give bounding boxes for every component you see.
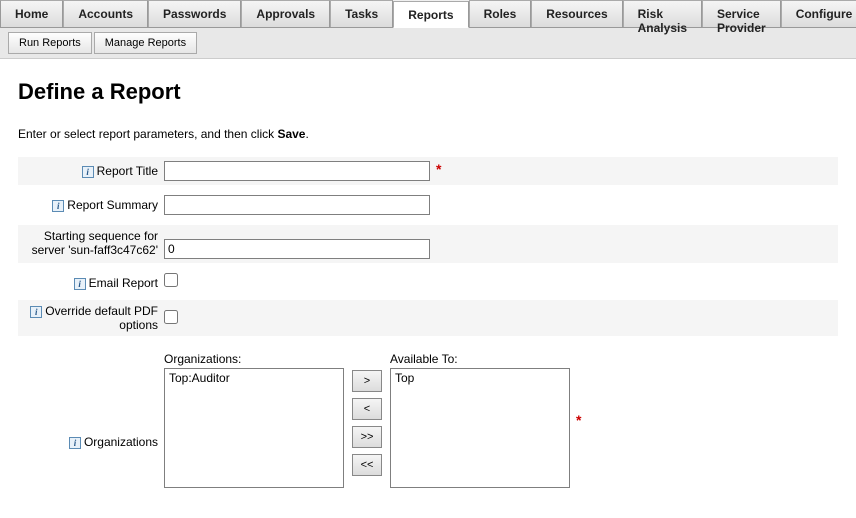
row-organizations: iOrganizations Organizations: Top:Audito… (18, 342, 838, 492)
label-text-report-title: Report Title (97, 164, 158, 178)
cell-organizations: Organizations: Top:Auditor > < >> << Ava… (164, 346, 838, 488)
org-left-listbox[interactable]: Top:Auditor (164, 368, 344, 488)
override-pdf-checkbox[interactable] (164, 310, 178, 324)
label-override-pdf: iOverride default PDF options (18, 304, 164, 332)
org-right-listbox[interactable]: Top (390, 368, 570, 488)
tab-approvals[interactable]: Approvals (241, 0, 330, 27)
subtab-run-reports[interactable]: Run Reports (8, 32, 92, 54)
list-item[interactable]: Top:Auditor (165, 369, 343, 387)
label-organizations: iOrganizations (18, 385, 164, 449)
label-report-summary: iReport Summary (18, 195, 164, 212)
org-left-col: Organizations: Top:Auditor (164, 352, 344, 488)
info-icon[interactable]: i (52, 200, 64, 212)
info-icon[interactable]: i (74, 278, 86, 290)
org-right-header: Available To: (390, 352, 570, 366)
org-move-buttons: > < >> << (352, 370, 382, 476)
move-all-right-button[interactable]: >> (352, 426, 382, 448)
report-title-input[interactable] (164, 161, 430, 181)
tab-home[interactable]: Home (0, 0, 63, 27)
instr-suffix: . (305, 127, 308, 141)
tab-reports[interactable]: Reports (393, 1, 468, 28)
label-text-override-pdf: Override default PDF options (45, 304, 158, 332)
label-text-start-seq: Starting sequence for server 'sun-faff3c… (32, 229, 158, 257)
page-instruction: Enter or select report parameters, and t… (18, 127, 838, 141)
required-marker: * (436, 161, 441, 177)
cell-start-seq (164, 229, 838, 259)
cell-email-report (164, 273, 838, 287)
required-marker: * (576, 412, 581, 428)
info-icon[interactable]: i (82, 166, 94, 178)
move-right-button[interactable]: > (352, 370, 382, 392)
row-override-pdf: iOverride default PDF options (18, 300, 838, 336)
tab-roles[interactable]: Roles (469, 0, 532, 27)
tab-resources[interactable]: Resources (531, 0, 622, 27)
label-text-organizations: Organizations (84, 435, 158, 449)
instr-prefix: Enter or select report parameters, and t… (18, 127, 277, 141)
list-item[interactable]: Top (391, 369, 569, 387)
move-all-left-button[interactable]: << (352, 454, 382, 476)
label-text-email-report: Email Report (89, 276, 158, 290)
org-left-header: Organizations: (164, 352, 344, 366)
main-tabbar: HomeAccountsPasswordsApprovalsTasksRepor… (0, 0, 856, 28)
row-report-title: iReport Title * (18, 157, 838, 185)
label-report-title: iReport Title (18, 161, 164, 178)
report-summary-input[interactable] (164, 195, 430, 215)
tab-accounts[interactable]: Accounts (63, 0, 148, 27)
info-icon[interactable]: i (30, 306, 42, 318)
move-left-button[interactable]: < (352, 398, 382, 420)
org-right-col: Available To: Top (390, 352, 570, 488)
tab-passwords[interactable]: Passwords (148, 0, 241, 27)
tab-risk-analysis[interactable]: Risk Analysis (623, 0, 702, 27)
label-text-report-summary: Report Summary (67, 198, 158, 212)
tab-tasks[interactable]: Tasks (330, 0, 393, 27)
content-area: Define a Report Enter or select report p… (0, 59, 856, 518)
label-start-seq: Starting sequence for server 'sun-faff3c… (18, 229, 164, 257)
org-transfer-block: Organizations: Top:Auditor > < >> << Ava… (164, 352, 581, 488)
row-report-summary: iReport Summary (18, 191, 838, 219)
cell-override-pdf (164, 304, 838, 324)
tab-service-provider[interactable]: Service Provider (702, 0, 781, 27)
row-email-report: iEmail Report (18, 269, 838, 294)
tab-configure[interactable]: Configure (781, 0, 856, 27)
info-icon[interactable]: i (69, 437, 81, 449)
subtab-manage-reports[interactable]: Manage Reports (94, 32, 197, 54)
row-start-seq: Starting sequence for server 'sun-faff3c… (18, 225, 838, 263)
cell-report-title: * (164, 161, 838, 181)
instr-bold: Save (277, 127, 305, 141)
page-title: Define a Report (18, 79, 838, 105)
cell-report-summary (164, 195, 838, 215)
email-report-checkbox[interactable] (164, 273, 178, 287)
label-email-report: iEmail Report (18, 273, 164, 290)
start-seq-input[interactable] (164, 239, 430, 259)
